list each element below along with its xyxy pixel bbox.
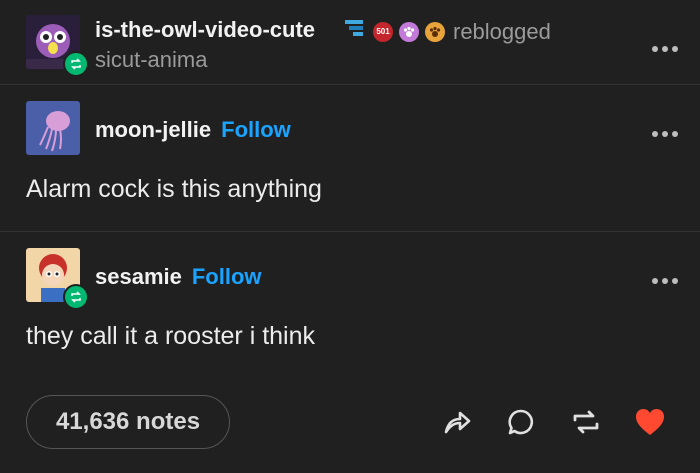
notes-count-button[interactable]: 41,636 notes <box>26 395 230 449</box>
post-body-text: they call it a rooster i think <box>26 322 316 350</box>
reply-icon[interactable] <box>503 404 539 440</box>
share-icon[interactable] <box>439 404 475 440</box>
reblogged-label: reblogged <box>453 18 551 44</box>
source-blog-name[interactable]: sicut-anima <box>95 47 207 73</box>
follow-button[interactable]: Follow <box>192 264 262 289</box>
paw-pink-badge-icon[interactable] <box>399 21 419 42</box>
reblog-badge-icon <box>63 51 89 77</box>
like-icon[interactable] <box>632 404 668 440</box>
paw-orange-badge-icon[interactable] <box>425 21 445 42</box>
more-options-icon[interactable] <box>648 272 678 284</box>
divider <box>0 84 700 85</box>
more-options-icon[interactable] <box>648 125 678 137</box>
post-body-text: Alarm cock is this anything <box>26 175 322 203</box>
author-link[interactable]: sesamie <box>95 264 182 289</box>
hex-badge-text: 501 <box>376 27 390 36</box>
red-hexagon-badge-icon[interactable]: 501 <box>373 21 393 42</box>
post-author-name: sesamie Follow <box>95 264 262 290</box>
follow-button[interactable]: Follow <box>221 117 291 142</box>
author-link[interactable]: moon-jellie <box>95 117 211 142</box>
divider <box>0 231 700 232</box>
post-author-name: moon-jellie Follow <box>95 117 291 143</box>
moon-jellie-avatar[interactable] <box>26 101 80 155</box>
badge-group: 501 reblogged <box>343 18 551 45</box>
reblogger-name[interactable]: is-the-owl-video-cute <box>95 17 315 43</box>
more-options-icon[interactable] <box>648 40 678 52</box>
steps-badge-icon[interactable] <box>343 18 367 45</box>
reblog-badge-icon <box>63 284 89 310</box>
reblog-icon[interactable] <box>568 404 604 440</box>
